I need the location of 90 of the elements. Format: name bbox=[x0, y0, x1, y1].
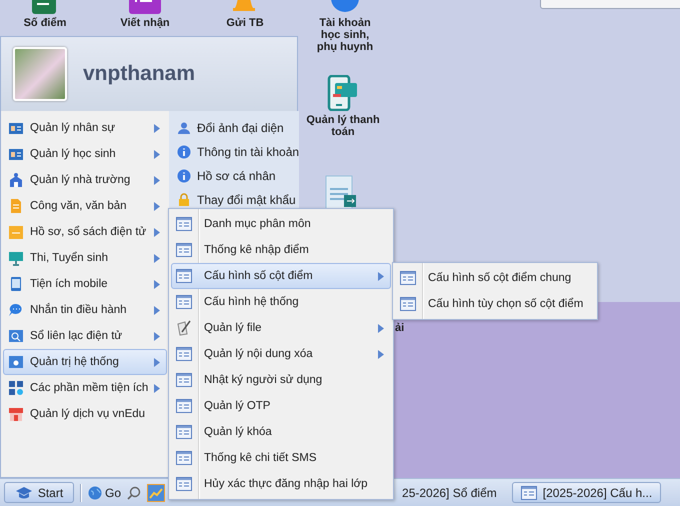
menu-item[interactable]: Thống kê chi tiết SMS bbox=[171, 445, 391, 471]
account-menu-item[interactable]: Thông tin tài khoản bbox=[169, 140, 300, 164]
chart-icon bbox=[147, 484, 166, 502]
menu-item[interactable]: Quản lý dịch vụ vnEdu bbox=[3, 401, 167, 427]
account-menu-item[interactable]: Thay đổi mật khẩu bbox=[169, 188, 300, 212]
submenu-arrow-icon bbox=[154, 358, 160, 366]
photo-placeholder bbox=[13, 47, 67, 101]
graduation-cap-icon bbox=[14, 486, 33, 500]
submenu-arrow-icon bbox=[378, 350, 384, 358]
menu-item[interactable]: Hồ sơ, sổ sách điện tử bbox=[3, 219, 167, 245]
menu-item[interactable]: Cấu hình tùy chọn số cột điểm bbox=[395, 291, 595, 317]
desktop-icon-label: Số điểm bbox=[22, 17, 68, 29]
menu-item[interactable]: Quản lý học sinh bbox=[3, 141, 167, 167]
menu-item[interactable]: Thi, Tuyển sinh bbox=[3, 245, 167, 271]
menu-item[interactable]: Tiện ích mobile bbox=[3, 271, 167, 297]
tablet-icon bbox=[8, 276, 24, 292]
info-icon bbox=[177, 145, 191, 159]
submenu-arrow-icon bbox=[378, 272, 384, 280]
taskbar-window-button[interactable]: 25-2026] Sổ điểm bbox=[393, 482, 506, 503]
menu-item[interactable]: Quản trị hệ thống bbox=[3, 349, 167, 375]
account-menu-item[interactable]: Hồ sơ cá nhân bbox=[169, 164, 300, 188]
search-button[interactable] bbox=[127, 486, 142, 500]
desktop-icon-label: Gửi TB bbox=[225, 17, 265, 29]
magnifier-window-icon bbox=[8, 328, 24, 344]
menu-item[interactable]: Cấu hình số cột điểm chung bbox=[395, 265, 595, 291]
submenu-arrow-icon bbox=[154, 124, 160, 132]
padlock-icon bbox=[177, 193, 191, 207]
user-name: vnpthanam bbox=[83, 62, 196, 86]
chart-app-button[interactable] bbox=[147, 484, 166, 502]
list-window-icon bbox=[176, 451, 192, 465]
shop-icon bbox=[8, 406, 24, 422]
building-icon bbox=[8, 172, 24, 188]
submenu-arrow-icon bbox=[154, 306, 160, 314]
list-window-icon bbox=[176, 477, 192, 491]
account-menu-item[interactable]: Đổi ảnh đại diện bbox=[169, 116, 300, 140]
submenu-arrow-icon bbox=[154, 254, 160, 262]
desktop-icon-label: Quản lý thanh toán bbox=[305, 114, 381, 138]
desktop-icon-label: ải bbox=[395, 322, 404, 334]
globe-icon bbox=[88, 486, 102, 500]
menu-item[interactable]: Quản lý nhà trường bbox=[3, 167, 167, 193]
desktop-icon-label: Viết nhận bbox=[119, 17, 171, 29]
submenu-arrow-icon bbox=[154, 228, 160, 236]
list-window-icon bbox=[176, 295, 192, 309]
submenu-arrow-icon bbox=[154, 202, 160, 210]
list-window-icon bbox=[400, 297, 416, 311]
list-window-icon bbox=[176, 373, 192, 387]
menu-item[interactable]: Nhắn tin điều hành bbox=[3, 297, 167, 323]
submenu-arrow-icon bbox=[154, 150, 160, 158]
submenu-arrow-icon bbox=[154, 332, 160, 340]
menu-item[interactable]: Quản lý file bbox=[171, 315, 391, 341]
taskbar-window-button[interactable]: [2025-2026] Cấu h... bbox=[512, 482, 662, 503]
list-window-icon bbox=[176, 425, 192, 439]
desktop-icon-label: Tài khoản học sinh, phụ huynh bbox=[316, 17, 374, 53]
tiles-icon bbox=[8, 380, 24, 396]
id-card-icon bbox=[8, 146, 24, 162]
list-window-icon bbox=[176, 399, 192, 413]
submenu-arrow-icon bbox=[378, 324, 384, 332]
menu-item[interactable]: Cấu hình hệ thống bbox=[171, 289, 391, 315]
list-window-icon bbox=[176, 217, 192, 231]
document-icon bbox=[8, 198, 24, 214]
menu-item[interactable]: Các phần mềm tiện ích bbox=[3, 375, 167, 401]
menu-item[interactable]: Quản lý khóa bbox=[171, 419, 391, 445]
menu-item[interactable]: Sổ liên lạc điện tử bbox=[3, 323, 167, 349]
menu-item[interactable]: Nhật ký người sử dụng bbox=[171, 367, 391, 393]
menu-item[interactable]: Hủy xác thực đăng nhập hai lớp bbox=[171, 471, 391, 497]
menu-item[interactable]: Quản lý nội dung xóa bbox=[171, 341, 391, 367]
list-window-icon bbox=[176, 269, 192, 283]
list-window-icon bbox=[520, 486, 537, 500]
monitor-icon bbox=[8, 250, 24, 266]
submenu-arrow-icon bbox=[154, 176, 160, 184]
menu-item[interactable]: Danh mục phân môn bbox=[171, 211, 391, 237]
list-window-icon bbox=[176, 347, 192, 361]
go-button[interactable]: Go bbox=[88, 486, 122, 500]
list-window-icon bbox=[176, 243, 192, 257]
person-icon bbox=[177, 121, 191, 135]
submenu-arrow-icon bbox=[154, 280, 160, 288]
menu-item[interactable]: Quản lý OTP bbox=[171, 393, 391, 419]
submenu-arrow-icon bbox=[154, 384, 160, 392]
folder-icon bbox=[8, 224, 24, 240]
menu-item[interactable]: Quản lý nhân sự bbox=[3, 115, 167, 141]
id-card-icon bbox=[8, 120, 24, 136]
start-button[interactable]: Start bbox=[4, 482, 74, 503]
menu-item[interactable]: Cấu hình số cột điểm bbox=[171, 263, 391, 289]
menu-item[interactable]: Công văn, văn bản bbox=[3, 193, 167, 219]
menu-item[interactable]: Thống kê nhập điểm bbox=[171, 237, 391, 263]
chat-bubble-icon bbox=[8, 302, 24, 318]
list-window-icon bbox=[400, 271, 416, 285]
info-icon bbox=[177, 169, 191, 183]
search-icon bbox=[127, 486, 142, 500]
pen-paper-icon bbox=[176, 320, 192, 336]
